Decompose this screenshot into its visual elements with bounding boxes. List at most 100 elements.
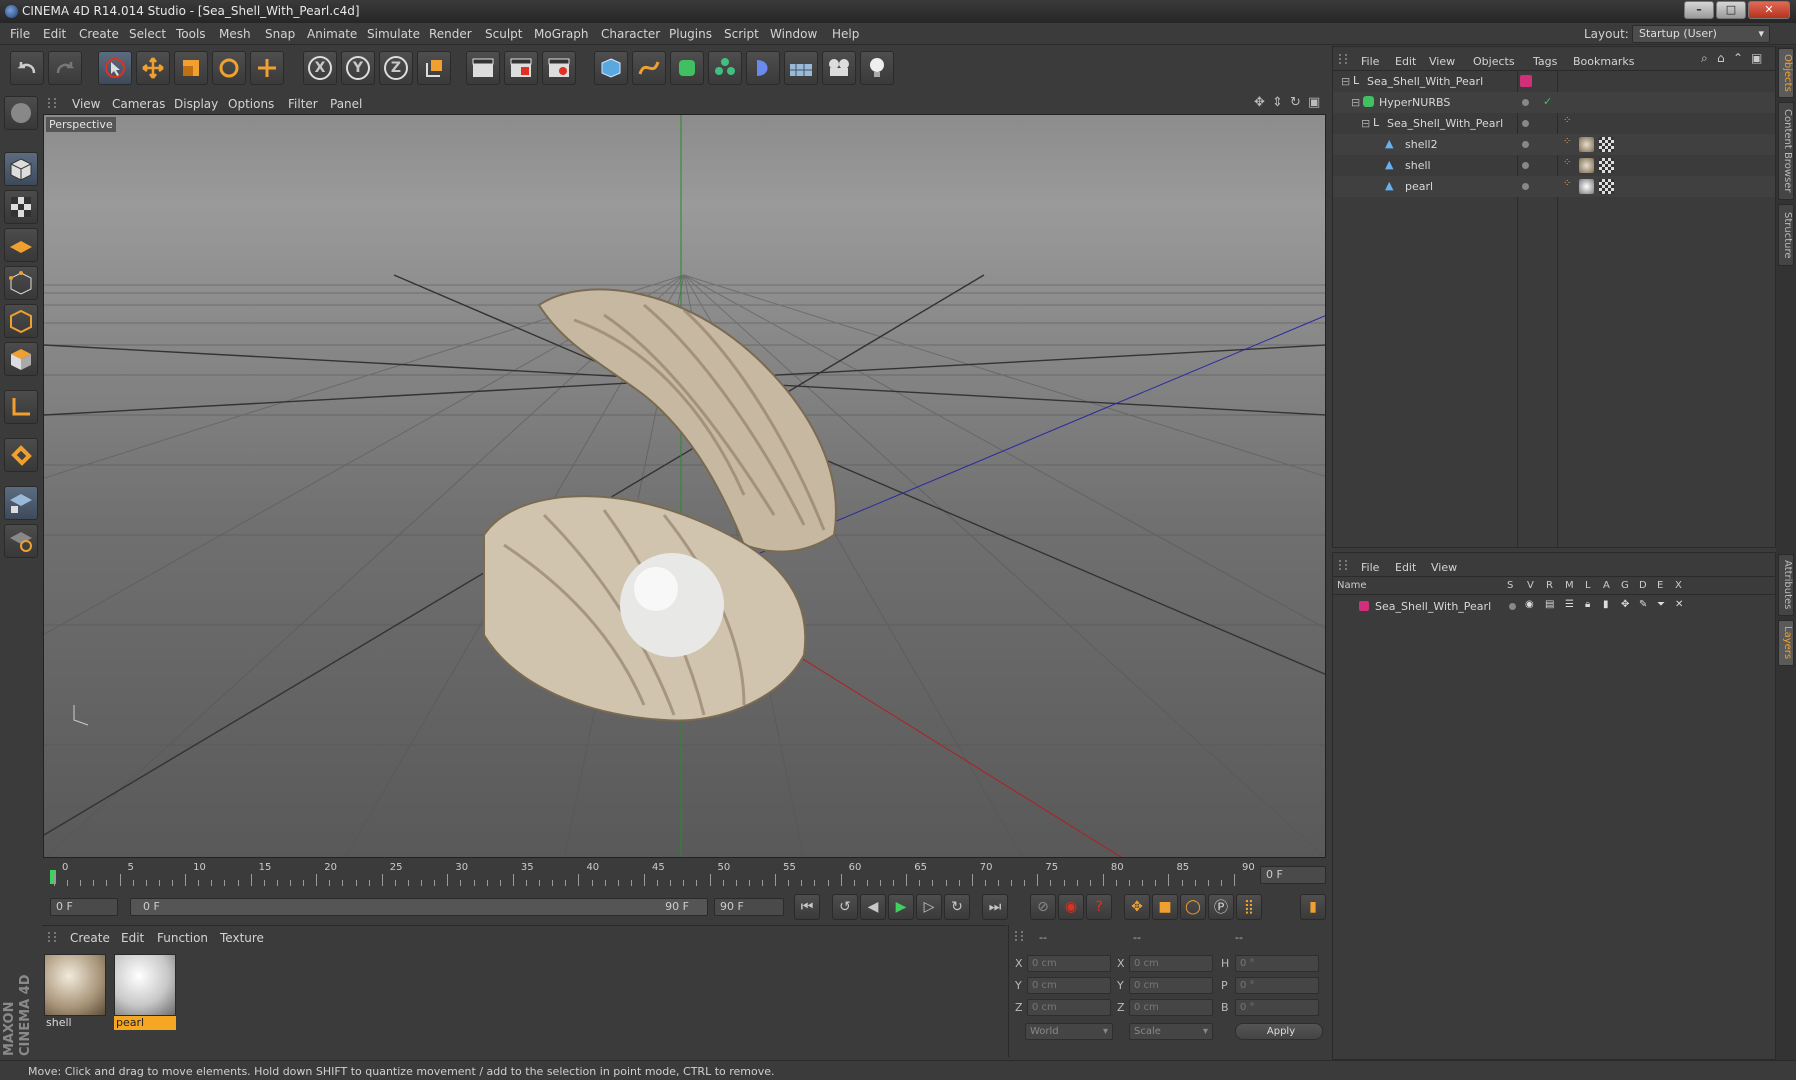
- timeline-window-button[interactable]: ▮: [1300, 894, 1326, 920]
- column-name[interactable]: Name: [1337, 580, 1367, 591]
- minimize-button[interactable]: –: [1684, 1, 1714, 19]
- previous-frame-button[interactable]: ◀: [860, 894, 886, 920]
- add-light-button[interactable]: [860, 51, 894, 85]
- material-shell[interactable]: shell: [44, 954, 106, 1032]
- object-row[interactable]: ⊟ L Sea_Shell_With_Pearl ⁘: [1333, 113, 1775, 134]
- eye-icon[interactable]: ◉: [1525, 599, 1534, 610]
- layout-select[interactable]: Startup (User) ▾: [1632, 25, 1770, 43]
- objects-menu-view[interactable]: View: [1429, 55, 1455, 68]
- collapse-icon[interactable]: ⊟: [1361, 117, 1370, 130]
- points-mode-button[interactable]: [4, 266, 38, 300]
- add-spline-button[interactable]: [632, 51, 666, 85]
- tag-phong-icon[interactable]: ⁘: [1563, 157, 1571, 168]
- material-menu-edit[interactable]: Edit: [121, 931, 144, 945]
- object-row[interactable]: ▲ shell ⁘: [1333, 155, 1775, 176]
- objects-menu-objects[interactable]: Objects: [1473, 55, 1515, 68]
- menu-plugins[interactable]: Plugins: [669, 27, 712, 41]
- material-tag-icon[interactable]: [1579, 137, 1594, 152]
- play-button[interactable]: ▶: [888, 894, 914, 920]
- record-keys-button[interactable]: ⊘: [1030, 894, 1056, 920]
- add-deformer-button[interactable]: [746, 51, 780, 85]
- search-icon[interactable]: ⌕: [1701, 51, 1708, 66]
- objects-menu-bookmarks[interactable]: Bookmarks: [1573, 55, 1634, 68]
- previous-key-button[interactable]: ↺: [832, 894, 858, 920]
- timeline-ruler[interactable]: 0 5 10 15 20 25 30 35 40 45 50 55 60 65 70 75 80 85 90 0 F: [42, 860, 1332, 888]
- tab-attributes[interactable]: Attributes: [1778, 554, 1794, 616]
- viewport-menu-options[interactable]: Options: [228, 97, 274, 111]
- tag-phong-icon[interactable]: ⁘: [1563, 136, 1571, 147]
- live-selection-button[interactable]: [98, 51, 132, 85]
- column-a[interactable]: A: [1603, 580, 1610, 591]
- menu-help[interactable]: Help: [832, 27, 859, 41]
- viewport-menu-display[interactable]: Display: [174, 97, 218, 111]
- home-icon[interactable]: ⌂: [1717, 51, 1725, 65]
- menu-window[interactable]: Window: [770, 27, 817, 41]
- rotate-view-icon[interactable]: ↻: [1290, 95, 1301, 110]
- lock-icon[interactable]: 🔒︎: [1585, 599, 1590, 610]
- render-icon[interactable]: ▤: [1545, 599, 1554, 610]
- object-row[interactable]: ▲ pearl ⁘: [1333, 176, 1775, 197]
- edges-mode-button[interactable]: [4, 304, 38, 338]
- menu-edit[interactable]: Edit: [43, 27, 66, 41]
- move-view-icon[interactable]: ✥: [1254, 95, 1265, 110]
- key-position-button[interactable]: ✥: [1124, 894, 1150, 920]
- column-m[interactable]: M: [1565, 580, 1574, 591]
- column-e[interactable]: E: [1657, 580, 1663, 591]
- layer-color-swatch[interactable]: [1359, 601, 1369, 611]
- snap-button[interactable]: [4, 438, 38, 472]
- layers-menu-edit[interactable]: Edit: [1395, 561, 1416, 574]
- rot-b-field[interactable]: 0 °: [1235, 999, 1319, 1016]
- add-cube-button[interactable]: [594, 51, 628, 85]
- objects-menu-edit[interactable]: Edit: [1395, 55, 1416, 68]
- workplane-lock-button[interactable]: [4, 486, 38, 520]
- menu-render[interactable]: Render: [429, 27, 472, 41]
- polygons-mode-button[interactable]: [4, 342, 38, 376]
- perspective-viewport[interactable]: Perspective: [43, 114, 1326, 858]
- object-row[interactable]: ⊟ HyperNURBS ✓: [1333, 92, 1775, 113]
- z-axis-button[interactable]: Z: [379, 51, 413, 85]
- up-icon[interactable]: ⌃: [1733, 51, 1743, 65]
- render-picture-viewer-button[interactable]: [504, 51, 538, 85]
- visibility-dot[interactable]: [1522, 99, 1529, 106]
- start-frame-field[interactable]: 0 F: [50, 898, 118, 916]
- menu-sculpt[interactable]: Sculpt: [485, 27, 522, 41]
- add-environment-button[interactable]: [784, 51, 818, 85]
- maximize-view-icon[interactable]: ▣: [1308, 95, 1320, 110]
- object-row[interactable]: ▲ shell2 ⁘: [1333, 134, 1775, 155]
- axis-mode-button[interactable]: [4, 390, 38, 424]
- menu-character[interactable]: Character: [601, 27, 660, 41]
- visibility-dot[interactable]: [1522, 183, 1529, 190]
- rot-h-field[interactable]: 0 °: [1235, 955, 1319, 972]
- apply-button[interactable]: Apply: [1235, 1023, 1323, 1040]
- material-tag-icon[interactable]: [1579, 179, 1594, 194]
- layer-color-swatch[interactable]: [1520, 75, 1532, 87]
- viewport-menu-panel[interactable]: Panel: [330, 97, 362, 111]
- next-key-button[interactable]: ↻: [944, 894, 970, 920]
- workplane-mode-button[interactable]: [4, 228, 38, 262]
- enabled-check-icon[interactable]: ✓: [1543, 95, 1552, 108]
- add-mograph-button[interactable]: [708, 51, 742, 85]
- uvw-tag-icon[interactable]: [1599, 158, 1614, 173]
- menu-mesh[interactable]: Mesh: [219, 27, 251, 41]
- key-scale-button[interactable]: ■: [1152, 894, 1178, 920]
- visibility-dot[interactable]: [1522, 141, 1529, 148]
- layers-menu-file[interactable]: File: [1361, 561, 1379, 574]
- tab-layers[interactable]: Layers: [1778, 620, 1794, 666]
- menu-create[interactable]: Create: [79, 27, 119, 41]
- add-camera-button[interactable]: [822, 51, 856, 85]
- texture-mode-button[interactable]: [4, 190, 38, 224]
- material-menu-create[interactable]: Create: [70, 931, 110, 945]
- go-to-end-button[interactable]: ⏭: [982, 894, 1008, 920]
- pos-z-field[interactable]: 0 cm: [1027, 999, 1111, 1016]
- range-slider[interactable]: 0 F 90 F: [130, 898, 708, 916]
- tab-objects[interactable]: Objects: [1778, 48, 1794, 98]
- viewport-menu-view[interactable]: View: [72, 97, 100, 111]
- end-frame-field[interactable]: 90 F: [714, 898, 784, 916]
- tag-phong-icon[interactable]: ⁘: [1563, 178, 1571, 189]
- undo-button[interactable]: [10, 51, 44, 85]
- size-y-field[interactable]: 0 cm: [1129, 977, 1213, 994]
- layer-row[interactable]: Sea_Shell_With_Pearl ◉ ▤ ☰ 🔒︎ ▮ ✥ ✎ ⏷ ✕: [1333, 597, 1775, 615]
- pos-y-field[interactable]: 0 cm: [1027, 977, 1111, 994]
- size-x-field[interactable]: 0 cm: [1129, 955, 1213, 972]
- key-parameter-button[interactable]: Ⓟ: [1208, 894, 1234, 920]
